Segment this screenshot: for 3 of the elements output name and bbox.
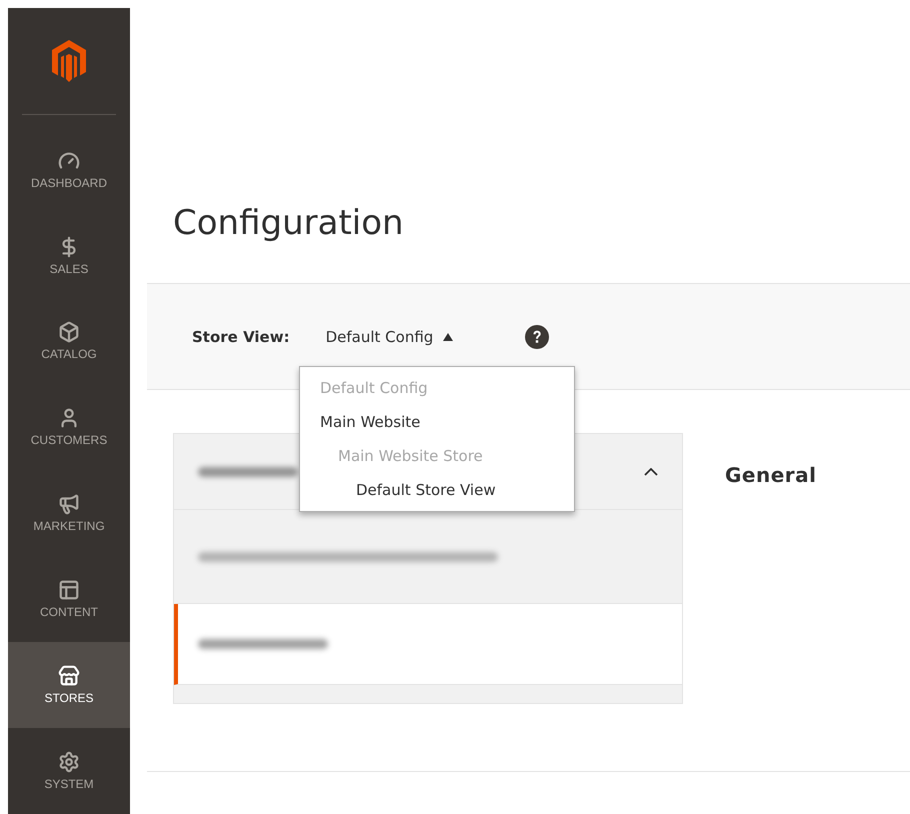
section-title: General bbox=[725, 463, 816, 489]
page-title: Configuration bbox=[173, 203, 405, 243]
store-view-label: Store View: bbox=[192, 328, 290, 346]
